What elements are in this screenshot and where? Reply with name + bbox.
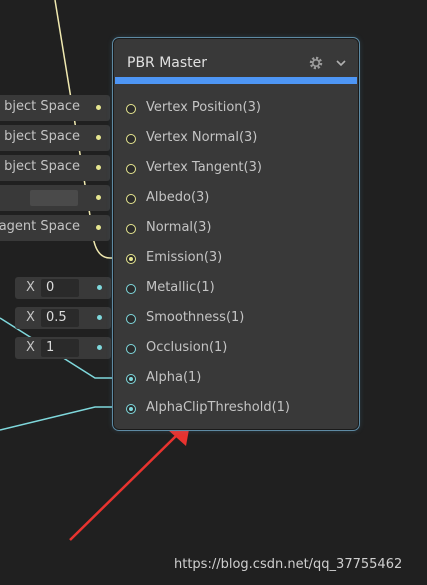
occlusion-value-field[interactable]: 1 [41,339,79,357]
albedo-color-swatch[interactable] [30,190,78,206]
metallic-axis-label: X [26,280,35,295]
vertex-normal-slot[interactable]: bject Space [0,125,110,151]
input-port-label: AlphaClipThreshold(1) [146,400,290,415]
metallic-value-field[interactable]: 0 [41,279,79,297]
input-port-1[interactable] [126,134,136,144]
normal-slot[interactable]: agent Space [0,215,110,241]
vertex-normal-slot-port[interactable] [96,135,101,140]
chevron-down-icon[interactable] [334,56,348,70]
smoothness-axis-label: X [26,310,35,325]
occlusion-axis-label: X [26,340,35,355]
pbr-master-node[interactable]: PBR Master Vertex Position(3) Vertex Norm… [113,38,359,430]
input-port-label: Albedo(3) [146,190,210,205]
watermark-url: https://blog.csdn.net/qq_37755462 [174,557,403,572]
input-port-label: Vertex Position(3) [146,100,261,115]
vertex-position-space: bject Space [4,99,80,114]
vertex-normal-space: bject Space [4,129,80,144]
smoothness-value-field[interactable]: 0.5 [41,309,79,327]
input-port-6[interactable] [126,284,136,294]
input-port-10[interactable] [126,404,136,414]
input-port-5[interactable] [126,254,136,264]
input-port-label: Vertex Tangent(3) [146,160,262,175]
metallic-slot[interactable]: X 0 [15,277,111,299]
alphaclip-wire [0,406,130,431]
normal-space: agent Space [0,219,80,234]
input-port-label: Smoothness(1) [146,310,245,325]
title-accent-bar [115,77,357,84]
smoothness-slot[interactable]: X 0.5 [15,307,111,329]
input-port-label: Occlusion(1) [146,340,228,355]
vertex-tangent-space: bject Space [4,159,80,174]
metallic-slot-port[interactable] [97,285,102,290]
vertex-position-slot[interactable]: bject Space [0,95,110,121]
input-port-3[interactable] [126,194,136,204]
input-port-label: Emission(3) [146,250,223,265]
input-port-8[interactable] [126,344,136,354]
input-port-7[interactable] [126,314,136,324]
smoothness-slot-port[interactable] [97,315,102,320]
albedo-slot[interactable] [0,185,110,211]
occlusion-slot-port[interactable] [97,345,102,350]
input-port-label: Alpha(1) [146,370,202,385]
input-port-label: Normal(3) [146,220,212,235]
albedo-slot-port[interactable] [96,195,101,200]
annotation-arrow [69,424,190,541]
input-port-label: Vertex Normal(3) [146,130,258,145]
port-connected-dot [129,257,133,261]
input-port-4[interactable] [126,224,136,234]
vertex-tangent-slot-port[interactable] [96,165,101,170]
occlusion-slot[interactable]: X 1 [15,337,111,359]
port-connected-dot [129,377,133,381]
normal-slot-port[interactable] [96,225,101,230]
port-connected-dot [129,407,133,411]
vertex-position-slot-port[interactable] [96,105,101,110]
input-port-9[interactable] [126,374,136,384]
vertex-tangent-slot[interactable]: bject Space [0,155,110,181]
input-port-label: Metallic(1) [146,280,215,295]
gear-icon[interactable] [308,55,324,71]
node-title: PBR Master [127,55,208,71]
input-port-0[interactable] [126,104,136,114]
input-port-2[interactable] [126,164,136,174]
